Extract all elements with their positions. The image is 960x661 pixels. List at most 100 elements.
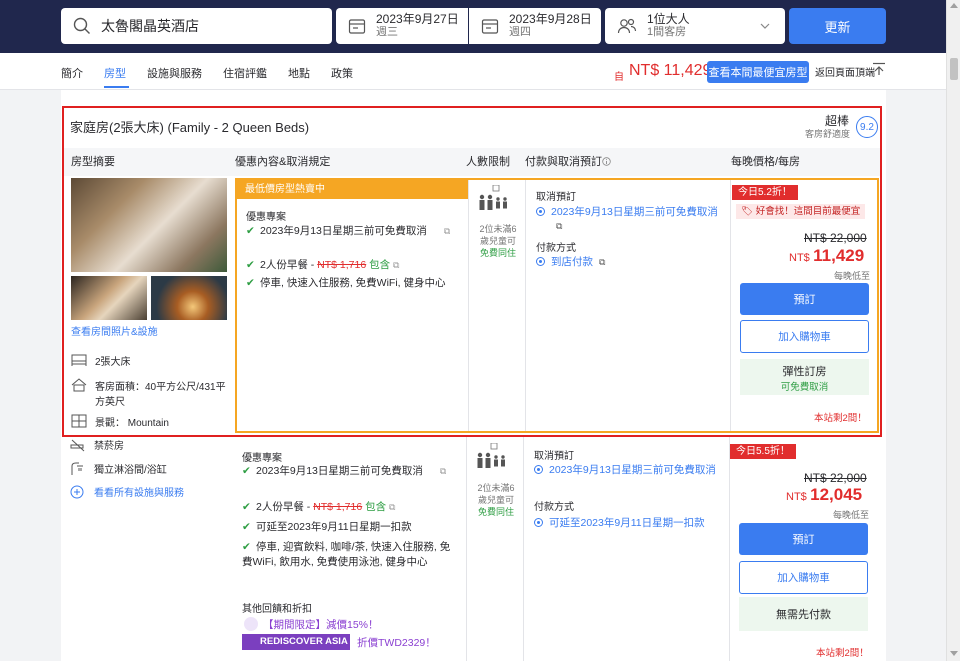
capacity-free: 免費同住: [479, 248, 516, 258]
hot-deal-tag: 最低價房型熱賣中: [237, 180, 468, 199]
check-icon: ✔: [246, 225, 255, 237]
rediscover-asia-badge: REDISCOVER ASIA: [242, 634, 350, 650]
tab-reviews[interactable]: 住宿評鑑: [223, 65, 267, 81]
scroll-up-arrow[interactable]: [950, 3, 958, 8]
amenity-size: 客房面積：40平方公尺/431平方英尺: [71, 378, 231, 408]
tab-rooms[interactable]: 房型: [104, 65, 126, 81]
amenity-view: 景觀： Mountain: [71, 414, 169, 429]
rooms-left: 本站剩2間！: [816, 648, 869, 659]
guests-capacity-icon: [479, 185, 507, 210]
chevron-down-icon: [760, 23, 770, 29]
tab-facilities[interactable]: 設施與服務: [147, 65, 202, 81]
tab-overview[interactable]: 簡介: [61, 65, 83, 81]
cancel-policy-item[interactable]: 2023年9月13日星期三前可免費取消 ⧉: [536, 205, 726, 233]
tag-icon: 🏷: [741, 206, 756, 217]
amenity-text: 景觀： Mountain: [95, 418, 169, 429]
perk-text: 可延至2023年9月11日星期一扣款: [256, 521, 412, 533]
page-scrollbar[interactable]: [946, 0, 960, 661]
perk-text: 2人份早餐 -: [260, 259, 318, 271]
check-icon: ✔: [242, 521, 251, 533]
capacity-note: 2位未滿6歲兒童可 免費同住: [477, 223, 519, 259]
guests-selector[interactable]: 1位大人 1間客房: [605, 8, 785, 44]
scroll-down-arrow[interactable]: [950, 651, 958, 656]
cancel-policy-item[interactable]: 2023年9月13日星期三前可免費取消: [534, 463, 724, 477]
checkout-date-field[interactable]: 2023年9月28日 週四: [469, 8, 601, 44]
breakfast-old-price: NT$ 1,716: [317, 259, 367, 271]
tab-policies[interactable]: 政策: [331, 65, 353, 81]
rooms-left: 本站剩2間！: [814, 413, 867, 424]
perk-deferred-payment: ✔ 可延至2023年9月11日星期一扣款: [242, 520, 454, 535]
copy-icon: ⧉: [443, 226, 451, 236]
amenity-text: 獨立淋浴間/浴缸: [94, 465, 167, 476]
flexible-booking-box: 彈性訂房 可免費取消: [740, 359, 869, 395]
perk-free-cancel: ✔ 2023年9月13日星期三前可免費取消 ⧉: [246, 224, 458, 239]
price-amount: 11,429: [813, 246, 865, 265]
see-all-facilities-link[interactable]: 看看所有設施與服務: [70, 484, 184, 499]
current-price: NT$ 11,429: [789, 246, 864, 266]
rate-option-highlighted: 最低價房型熱賣中 優惠專案 ✔ 2023年9月13日星期三前可免費取消 ⧉ ✔ 2人…: [235, 178, 879, 433]
checkout-weekday: 週四: [509, 26, 531, 38]
check-icon: ✔: [246, 277, 255, 289]
arrow-up-icon[interactable]: [872, 62, 886, 76]
update-search-button[interactable]: 更新: [789, 8, 886, 44]
check-icon: ✔: [242, 501, 251, 513]
per-night-label: 每晚低至: [834, 271, 871, 281]
room-photo-thumb[interactable]: [71, 276, 147, 320]
hotel-search-value: 太魯閣晶英酒店: [101, 18, 199, 34]
info-icon[interactable]: [602, 157, 611, 166]
view-photos-link[interactable]: 查看房間照片&設施: [71, 323, 158, 338]
original-price: NT$ 22,000: [804, 231, 867, 245]
add-to-cart-button[interactable]: 加入購物車: [739, 561, 868, 594]
scroll-thumb[interactable]: [950, 58, 958, 80]
perk-breakfast: ✔ 2人份早餐 - NT$ 1,716 包含 ⧉: [242, 500, 454, 515]
perk-text: 停車, 快速入住服務, 免費WiFi, 健身中心: [260, 277, 446, 289]
radio-icon: [534, 465, 543, 474]
amenity-nonsmoking: 禁菸房: [70, 437, 124, 452]
coupon-text[interactable]: 【期間限定】減價15%！: [263, 617, 379, 632]
amenity-shower: 獨立淋浴間/浴缸: [70, 461, 167, 476]
cancel-heading: 取消預訂: [534, 451, 574, 462]
column-divider: [468, 180, 469, 431]
payment-method-heading: 付款方式: [536, 243, 576, 254]
rate-option: 優惠專案 ✔ 2023年9月13日星期三前可免費取消 ⧉ ✔ 2人份早餐 - NT$…: [233, 437, 882, 661]
capacity-note: 2位未滿6歲兒童可 免費同住: [475, 482, 517, 518]
radio-icon: [536, 257, 545, 266]
breakfast-old-price: NT$ 1,716: [313, 501, 363, 513]
column-divider: [466, 437, 467, 661]
radio-icon: [536, 207, 545, 216]
house-icon: [71, 378, 87, 392]
room-card: 家庭房(2張大床) (Family - 2 Queen Beds) 超棒 客房舒…: [62, 106, 882, 437]
header-offer: 優惠內容&取消規定: [235, 156, 331, 168]
header-price: 每晚價格/每房: [731, 156, 801, 168]
shower-icon: [71, 462, 83, 475]
tab-location[interactable]: 地點: [288, 65, 310, 81]
no-smoking-icon: [70, 439, 85, 451]
payment-method-item[interactable]: 到店付款 ⧉: [536, 255, 726, 269]
book-button[interactable]: 預訂: [739, 523, 868, 555]
header-payment: 付款與取消預訂: [525, 156, 602, 168]
payment-method-heading: 付款方式: [534, 502, 574, 513]
checkin-date: 2023年9月27日: [376, 12, 459, 26]
rediscover-discount[interactable]: 折價TWD2329！: [357, 635, 436, 650]
room-photo-main[interactable]: [71, 178, 227, 272]
price-from-label: 自: [614, 72, 624, 83]
header-summary: 房型摘要: [71, 156, 115, 168]
payment-method-item[interactable]: 可延至2023年9月11日星期一扣款: [534, 516, 724, 530]
add-to-cart-button[interactable]: 加入購物車: [740, 320, 869, 353]
cancel-heading: 取消預訂: [536, 192, 576, 203]
hotel-search-input[interactable]: 太魯閣晶英酒店: [61, 8, 332, 44]
adults-count: 1位大人: [647, 12, 690, 26]
back-to-top-link[interactable]: 返回頁面頂端: [815, 64, 875, 79]
column-divider: [523, 437, 524, 661]
cancel-policy-text: 2023年9月13日星期三前可免費取消: [549, 464, 716, 476]
amenity-text: 2張大床: [95, 357, 131, 368]
room-photo-thumb[interactable]: [151, 276, 227, 320]
amenity-beds: 2張大床: [71, 353, 131, 368]
original-price: NT$ 22,000: [804, 471, 867, 485]
promo-text: 好會找！這間目前最便宜: [755, 206, 861, 217]
guests-capacity-icon: [477, 443, 505, 468]
checkin-date-field[interactable]: 2023年9月27日 週三: [336, 8, 468, 44]
cheapest-room-button[interactable]: 查看本間最便宜房型: [707, 61, 809, 83]
book-button[interactable]: 預訂: [740, 283, 869, 315]
see-all-facilities-text: 看看所有設施與服務: [94, 488, 184, 499]
